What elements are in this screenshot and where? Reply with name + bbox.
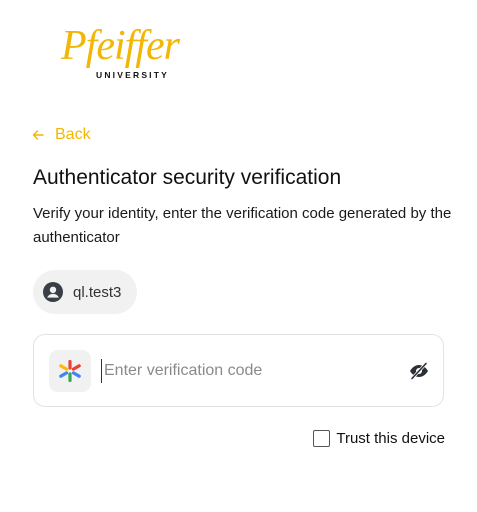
authenticator-app-icon [59,359,81,382]
trust-device-option[interactable]: Trust this device [313,430,445,447]
trust-device-checkbox[interactable] [313,430,331,447]
username: ql.test3 [73,283,122,301]
logo-wordmark: Pfeiffer [61,23,180,69]
verification-code-input[interactable] [101,358,394,383]
user-chip: ql.test3 [33,270,138,314]
arrow-left-icon [32,130,44,140]
back-link[interactable]: Back [31,126,91,144]
trust-device-label: Trust this device [336,430,445,447]
authenticator-icon-container [49,349,91,392]
logo-subtitle: UNIVERSITY [96,70,170,80]
eye-hidden-icon[interactable] [408,361,430,381]
page-description: Verify your identity, enter the verifica… [33,205,452,246]
page-title: Authenticator security verification [33,166,342,189]
user-avatar-icon [43,282,63,302]
auth-verification-page: Pfeiffer UNIVERSITY Back Authenticator s… [0,0,477,512]
verification-code-field [33,334,444,407]
back-link-label: Back [55,126,91,143]
pfeiffer-university-logo: Pfeiffer UNIVERSITY [61,24,211,86]
